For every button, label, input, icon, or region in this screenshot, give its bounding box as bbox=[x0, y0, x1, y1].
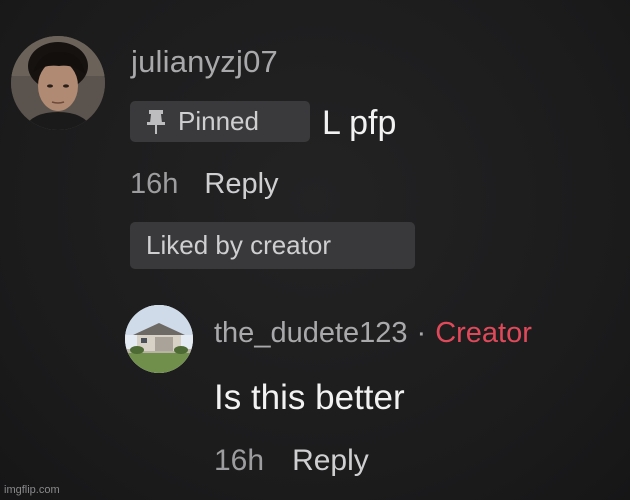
reply-text: Is this better bbox=[214, 378, 405, 417]
watermark: imgflip.com bbox=[4, 484, 60, 496]
comment-meta: 16h Reply bbox=[130, 168, 279, 201]
pinned-badge: Pinned bbox=[130, 101, 310, 142]
reply-timestamp: 16h bbox=[214, 444, 265, 477]
creator-tag: Creator bbox=[435, 317, 532, 349]
comment-username[interactable]: julianyzj07 bbox=[131, 44, 278, 80]
comment-timestamp: 16h bbox=[130, 168, 179, 200]
avatar[interactable] bbox=[11, 36, 105, 130]
pinned-label: Pinned bbox=[178, 106, 259, 136]
reply-avatar-photo bbox=[125, 305, 193, 373]
reply-username[interactable]: the_dudete123 bbox=[214, 317, 408, 350]
reply-reply-button[interactable]: Reply bbox=[292, 444, 369, 478]
liked-by-creator-label: Liked by creator bbox=[146, 230, 331, 260]
avatar-photo bbox=[11, 36, 105, 130]
comment-text: L pfp bbox=[322, 104, 397, 142]
reply-header: the_dudete123 · Creator bbox=[214, 317, 532, 350]
liked-by-creator-badge: Liked by creator bbox=[130, 222, 415, 269]
comment-thread: julianyzj07 Pinned L pfp 16h Reply Liked… bbox=[0, 0, 630, 500]
reply-meta: 16h Reply bbox=[214, 444, 369, 478]
separator-dot: · bbox=[416, 317, 427, 349]
pin-icon bbox=[146, 109, 166, 135]
reply-avatar[interactable] bbox=[125, 305, 193, 373]
reply-button[interactable]: Reply bbox=[204, 168, 278, 201]
